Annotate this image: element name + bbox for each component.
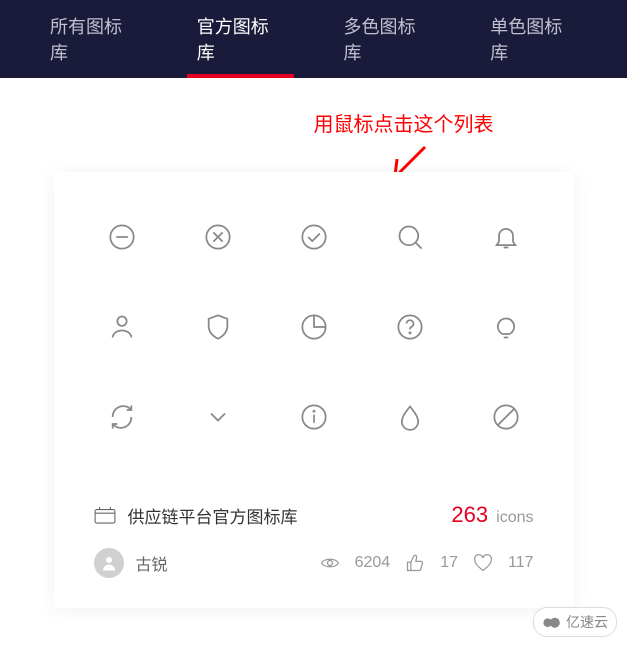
views-count: 6204 (355, 554, 391, 572)
author-stats-row: 古锐 6204 17 117 (94, 548, 534, 578)
lightbulb-icon[interactable] (491, 312, 521, 342)
library-title: 供应链平台官方图标库 (128, 503, 298, 528)
icon-count: 263 (451, 502, 488, 528)
shield-icon[interactable] (203, 312, 233, 342)
icon-grid (94, 222, 534, 432)
bell-icon[interactable] (491, 222, 521, 252)
info-circle-icon[interactable] (299, 402, 329, 432)
author-name[interactable]: 古锐 (136, 551, 168, 575)
watermark: 亿速云 (533, 607, 617, 637)
question-circle-icon[interactable] (395, 312, 425, 342)
eye-icon (319, 553, 341, 573)
thumbs-up-icon (404, 553, 426, 573)
icon-library-card[interactable]: 供应链平台官方图标库 263 icons 古锐 6204 17 117 (54, 172, 574, 608)
favorites-count: 117 (508, 554, 534, 572)
annotation-text: 用鼠标点击这个列表 (180, 108, 627, 137)
heart-icon (472, 553, 494, 573)
tab-multicolor[interactable]: 多色图标库 (314, 0, 461, 78)
library-icon (94, 506, 116, 524)
icon-count-label: icons (496, 509, 533, 527)
check-circle-icon[interactable] (299, 222, 329, 252)
tab-monochrome[interactable]: 单色图标库 (460, 0, 607, 78)
avatar[interactable] (94, 548, 124, 578)
tab-official[interactable]: 官方图标库 (167, 0, 314, 78)
refresh-icon[interactable] (107, 402, 137, 432)
ban-icon[interactable] (491, 402, 521, 432)
chevron-down-icon[interactable] (203, 402, 233, 432)
search-icon[interactable] (395, 222, 425, 252)
close-circle-icon[interactable] (203, 222, 233, 252)
droplet-icon[interactable] (395, 402, 425, 432)
likes-count: 17 (440, 554, 458, 572)
library-meta: 供应链平台官方图标库 263 icons (94, 502, 534, 528)
minus-circle-icon[interactable] (107, 222, 137, 252)
tab-all[interactable]: 所有图标库 (20, 0, 167, 78)
tab-bar: 所有图标库 官方图标库 多色图标库 单色图标库 (0, 0, 627, 78)
pie-chart-icon[interactable] (299, 312, 329, 342)
user-icon[interactable] (107, 312, 137, 342)
